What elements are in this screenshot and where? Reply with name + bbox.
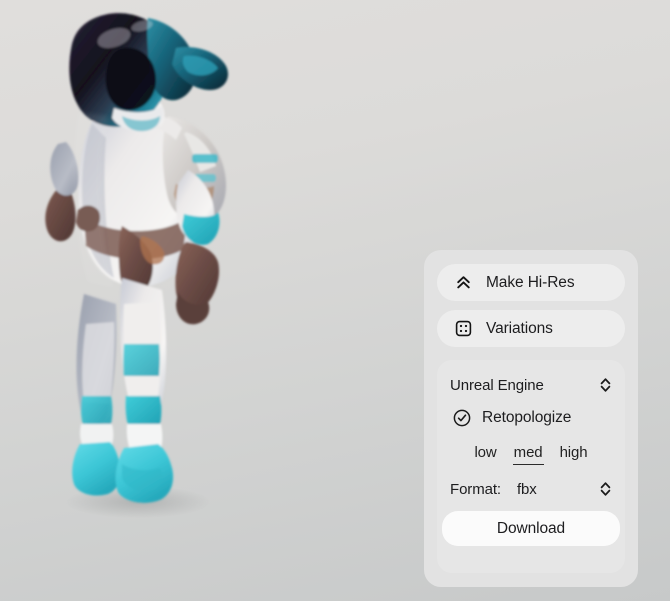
retopologize-checkbox[interactable]: Retopologize: [437, 400, 625, 436]
export-options-group: Unreal Engine Retopologize low med high …: [437, 360, 625, 573]
format-value: fbx: [516, 480, 537, 498]
dice-four-icon: [455, 320, 472, 337]
app-root: Make Hi-Res Variations Unreal Engine Ret…: [0, 0, 670, 601]
make-hi-res-button[interactable]: Make Hi-Res: [437, 264, 625, 301]
export-control-panel: Make Hi-Res Variations Unreal Engine Ret…: [424, 250, 638, 587]
retopologize-label: Retopologize: [482, 409, 572, 426]
format-select[interactable]: Format: fbx: [437, 472, 625, 506]
character-model[interactable]: [18, 4, 268, 524]
quality-selector: low med high: [437, 436, 625, 472]
chevrons-up-icon: [455, 274, 472, 291]
download-label: Download: [496, 519, 566, 537]
quality-option-low[interactable]: low: [473, 443, 497, 465]
chevron-updown-icon: [599, 376, 612, 394]
make-hi-res-label: Make Hi-Res: [486, 273, 575, 291]
quality-option-high[interactable]: high: [559, 443, 589, 465]
engine-select-value: Unreal Engine: [450, 376, 544, 394]
variations-label: Variations: [486, 319, 553, 337]
download-button[interactable]: Download: [442, 511, 620, 546]
quality-option-med[interactable]: med: [512, 443, 544, 465]
check-circle-icon: [453, 409, 471, 427]
format-label: Format:: [450, 480, 501, 498]
chevron-updown-icon: [599, 480, 612, 498]
variations-button[interactable]: Variations: [437, 310, 625, 347]
engine-select[interactable]: Unreal Engine: [437, 370, 625, 400]
